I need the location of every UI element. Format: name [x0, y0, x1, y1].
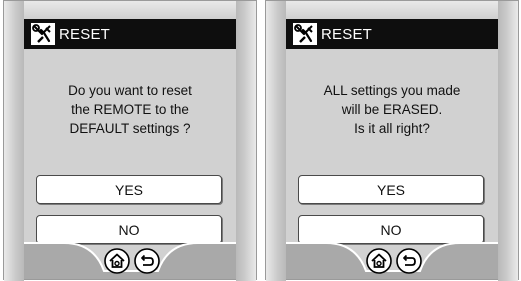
- tools-icon: [293, 23, 317, 45]
- bezel-top: [286, 1, 498, 19]
- home-icon[interactable]: [366, 248, 392, 274]
- message-line-3: Is it all right?: [354, 121, 430, 136]
- message-line-2: the REMOTE to the: [71, 102, 189, 117]
- bezel-right: [498, 1, 518, 281]
- nav-curve-decoration: [24, 242, 236, 279]
- bottom-nav-bar: [24, 237, 236, 279]
- back-icon[interactable]: [396, 248, 422, 274]
- warning-message: ALL settings you made will be ERASED. Is…: [286, 81, 498, 138]
- bezel-left: [4, 1, 24, 281]
- yes-button[interactable]: YES: [298, 175, 484, 204]
- screen-title: RESET: [321, 25, 373, 43]
- title-bar: RESET: [24, 19, 236, 49]
- lcd-screen: RESET Do you want to reset the REMOTE to…: [24, 19, 236, 279]
- message-line-3: DEFAULT settings ?: [69, 121, 191, 136]
- message-line-2: will be ERASED.: [341, 102, 443, 117]
- message-line-1: ALL settings you made: [323, 83, 461, 98]
- bottom-nav-bar: [286, 237, 498, 279]
- remote-screen-reset-warning: RESET ALL settings you made will be ERAS…: [265, 0, 519, 281]
- bezel-top: [24, 1, 236, 19]
- confirm-message: Do you want to reset the REMOTE to the D…: [24, 81, 236, 138]
- remote-screen-reset-confirm: RESET Do you want to reset the REMOTE to…: [3, 0, 257, 281]
- lcd-screen: RESET ALL settings you made will be ERAS…: [286, 19, 498, 279]
- nav-curve-decoration: [286, 242, 498, 279]
- screen-title: RESET: [59, 25, 111, 43]
- message-line-1: Do you want to reset: [68, 83, 192, 98]
- yes-button[interactable]: YES: [36, 175, 222, 204]
- tools-icon: [31, 23, 55, 45]
- title-bar: RESET: [286, 19, 498, 49]
- home-icon[interactable]: [104, 248, 130, 274]
- back-icon[interactable]: [134, 248, 160, 274]
- bezel-right: [236, 1, 256, 281]
- bezel-left: [266, 1, 286, 281]
